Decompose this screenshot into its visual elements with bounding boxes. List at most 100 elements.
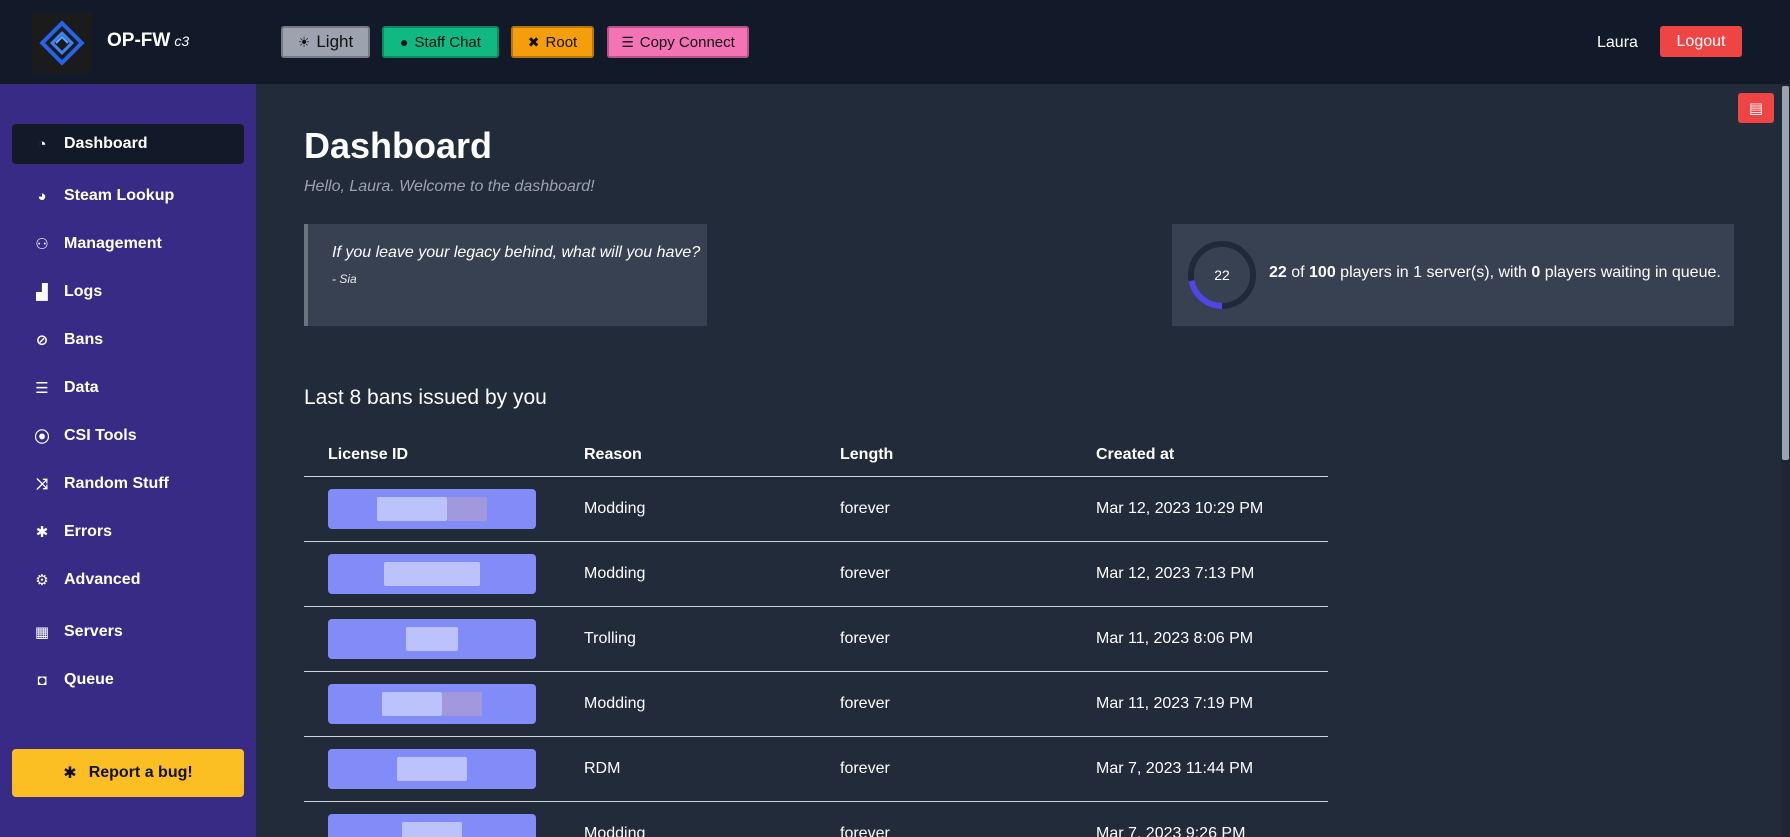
- building-icon: ▦: [34, 624, 50, 641]
- theme-light-button[interactable]: ☀ Light: [281, 26, 370, 58]
- table-row: Modding forever Mar 12, 2023 10:29 PM: [304, 477, 1328, 542]
- license-id-link-redacted[interactable]: [328, 489, 536, 529]
- redaction-blur: [377, 497, 447, 521]
- brand-name[interactable]: OP-FW c3: [107, 30, 189, 52]
- sidebar-item-errors[interactable]: ✱ Errors: [12, 512, 244, 552]
- table-row: Modding forever Mar 7, 2023 9:26 PM: [304, 802, 1328, 837]
- random-icon: ⤨: [35, 475, 48, 493]
- license-id-cell: [304, 619, 560, 659]
- sidebar-item-logs[interactable]: ▟ Logs: [12, 272, 244, 312]
- table-row: Modding forever Mar 11, 2023 7:19 PM: [304, 672, 1328, 737]
- bug-icon: ✱: [35, 524, 49, 541]
- reason-cell: Modding: [584, 500, 646, 517]
- copy-connect-button[interactable]: ☰ Copy Connect: [607, 26, 749, 58]
- column-header-length: Length: [840, 445, 894, 463]
- sidebar-item-label: Bans: [64, 331, 104, 348]
- queue-count: 0: [1531, 264, 1541, 281]
- players-status-card: 22 22 of 100 players in 1 server(s), wit…: [1172, 224, 1734, 326]
- license-id-link-redacted[interactable]: [328, 684, 536, 724]
- sidebar-item-servers[interactable]: ▦ Servers: [12, 612, 244, 652]
- copy-connect-label: Copy Connect: [639, 33, 735, 51]
- steam-icon: ◕: [37, 187, 47, 205]
- sidebar-item-label: CSI Tools: [64, 427, 137, 444]
- user-name[interactable]: Laura: [1597, 34, 1638, 52]
- staff-chat-label: Staff Chat: [414, 33, 481, 51]
- sidebar-item-label: Advanced: [64, 571, 141, 588]
- redaction-blur: [442, 692, 482, 716]
- quote-author: - Sia: [332, 272, 357, 286]
- sidebar-item-data[interactable]: ☰ Data: [12, 368, 244, 408]
- sidebar-item-queue[interactable]: ◘ Queue: [12, 660, 244, 700]
- comment-icon: ●: [400, 34, 409, 50]
- length-cell: forever: [840, 630, 890, 647]
- table-row: Modding forever Mar 12, 2023 7:13 PM: [304, 542, 1328, 607]
- top-bar: OP-FW c3 ☀ Light ● Staff Chat ✖ Root ☰ Co…: [0, 0, 1790, 84]
- root-button[interactable]: ✖ Root: [511, 26, 594, 58]
- quote-text: If you leave your legacy behind, what wi…: [332, 244, 701, 261]
- cogs-icon: ⚙: [35, 572, 49, 589]
- players-text-queue: players waiting in queue.: [1540, 264, 1721, 281]
- reason-cell: Modding: [584, 825, 646, 837]
- license-id-link-redacted[interactable]: [328, 619, 536, 659]
- logout-button[interactable]: Logout: [1660, 26, 1742, 57]
- brand-subtitle: c3: [174, 33, 190, 49]
- redaction-blur: [447, 497, 487, 521]
- license-id-link-redacted[interactable]: [328, 749, 536, 789]
- page-scrollbar-thumb[interactable]: [1782, 86, 1789, 460]
- license-id-cell: [304, 554, 560, 594]
- sidebar-item-dashboard[interactable]: ◔ Dashboard: [12, 124, 244, 164]
- sidebar-item-label: Steam Lookup: [64, 187, 175, 204]
- length-cell: forever: [840, 825, 890, 837]
- players-summary: 22 of 100 players in 1 server(s), with 0…: [1269, 264, 1721, 282]
- bug-icon: ✱: [63, 765, 77, 782]
- sun-icon: ☀: [297, 33, 311, 50]
- players-text-in: players in: [1335, 264, 1414, 281]
- created-at-cell: Mar 11, 2023 8:06 PM: [1096, 630, 1254, 647]
- created-at-cell: Mar 12, 2023 10:29 PM: [1096, 500, 1264, 517]
- server-icon: ☰: [621, 33, 634, 50]
- sidebar-item-management[interactable]: ⚇ Management: [12, 224, 244, 264]
- license-id-link-redacted[interactable]: [328, 554, 536, 594]
- created-at-cell: Mar 12, 2023 7:13 PM: [1096, 565, 1255, 582]
- root-label: Root: [545, 33, 578, 51]
- sidebar-item-random-stuff[interactable]: ⤨ Random Stuff: [12, 464, 244, 504]
- bans-table: License ID Reason Length Created at Modd…: [304, 433, 1328, 837]
- page-title: Dashboard: [304, 125, 493, 166]
- app-logo[interactable]: [32, 13, 92, 73]
- table-body: Modding forever Mar 12, 2023 10:29 PM Moddi…: [304, 477, 1328, 837]
- sidebar-item-csi-tools[interactable]: ⦿ CSI Tools: [12, 416, 244, 456]
- license-id-cell: [304, 489, 560, 529]
- table-header-row: License ID Reason Length Created at: [304, 433, 1328, 477]
- theme-light-label: Light: [316, 32, 354, 51]
- users-icon: ⚇: [35, 236, 49, 253]
- quote-card: If you leave your legacy behind, what wi…: [304, 224, 707, 326]
- players-text-servers: server(s), with: [1422, 264, 1532, 281]
- column-header-created-at: Created at: [1096, 445, 1175, 463]
- license-id-cell: [304, 814, 560, 837]
- sidebar: ◔ Dashboard ◕ Steam Lookup ⚇ Management …: [0, 84, 256, 837]
- length-cell: forever: [840, 565, 890, 582]
- players-ring-count: 22: [1214, 267, 1230, 283]
- redaction-blur: [406, 627, 458, 651]
- sidebar-item-advanced[interactable]: ⚙ Advanced: [12, 560, 244, 600]
- brand-title: OP-FW: [107, 30, 171, 51]
- sidebar-item-bans[interactable]: ⊘ Bans: [12, 320, 244, 360]
- sidebar-item-label: Queue: [64, 671, 114, 688]
- created-at-cell: Mar 11, 2023 7:19 PM: [1096, 695, 1254, 712]
- report-bug-label: Report a bug!: [88, 764, 193, 781]
- players-max: 100: [1309, 264, 1336, 281]
- screenshot-tool-button[interactable]: ▤: [1738, 93, 1774, 123]
- dashboard-gauge-icon: ◔: [37, 135, 47, 153]
- subway-icon: ◘: [37, 671, 47, 689]
- sidebar-item-label: Dashboard: [64, 135, 148, 152]
- license-id-link-redacted[interactable]: [328, 814, 536, 837]
- scroll-icon: ▤: [1748, 100, 1764, 117]
- sidebar-item-label: Data: [64, 379, 99, 396]
- staff-chat-button[interactable]: ● Staff Chat: [382, 26, 499, 58]
- sidebar-item-steam-lookup[interactable]: ◕ Steam Lookup: [12, 176, 244, 216]
- reason-cell: RDM: [584, 760, 621, 777]
- report-bug-button[interactable]: ✱ Report a bug!: [12, 749, 244, 797]
- players-text-of: of: [1286, 264, 1310, 281]
- tools-icon: ✖: [527, 33, 540, 50]
- table-row: Trolling forever Mar 11, 2023 8:06 PM: [304, 607, 1328, 672]
